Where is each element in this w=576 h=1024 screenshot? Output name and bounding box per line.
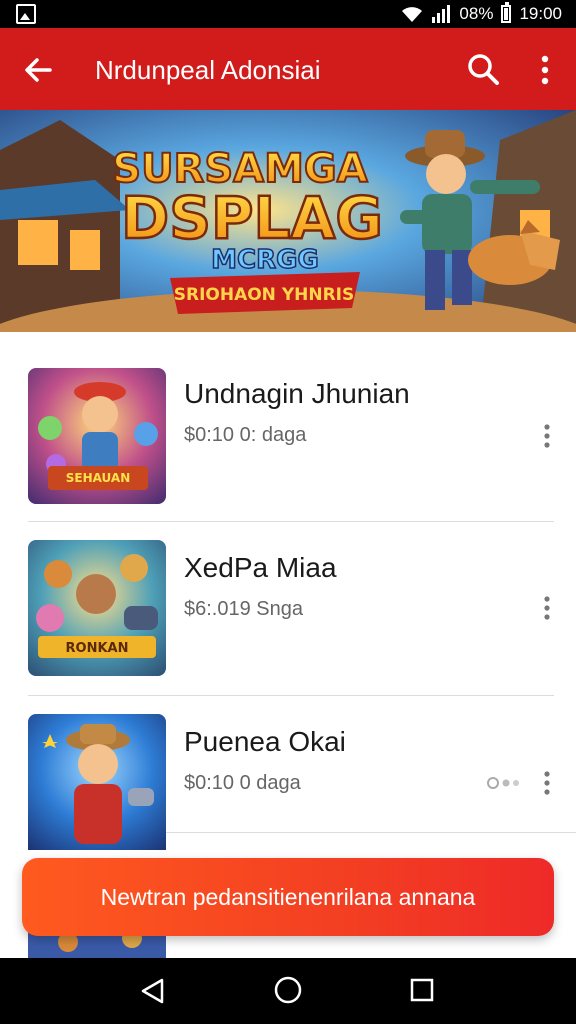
nav-home-icon[interactable] <box>272 974 304 1006</box>
list-item[interactable]: RONKAN XedPa Miaa $6:.019 Snga <box>0 506 576 680</box>
banner-title-line2: DSPLAG <box>121 184 383 252</box>
banner-title-line3: MCRGG <box>211 245 319 275</box>
search-icon[interactable] <box>464 50 502 88</box>
more-vert-icon[interactable] <box>530 52 560 88</box>
loading-dots-icon <box>487 777 519 789</box>
status-bar-right: 08% 19:00 <box>401 2 562 25</box>
nav-back-icon[interactable] <box>138 976 168 1006</box>
game-subtitle: $6:.019 Snga <box>184 598 303 620</box>
more-vert-icon[interactable] <box>538 423 556 449</box>
clock: 19:00 <box>519 4 562 23</box>
thumb-label: SEHAUAN <box>66 471 131 485</box>
app-bar: Nrdunpeal Adonsiai <box>0 28 576 110</box>
game-title: XedPa Miaa <box>184 552 337 583</box>
list-item[interactable]: Puenea Okai $0:10 0 daga <box>0 680 576 854</box>
page-title: Nrdunpeal Adonsiai <box>95 55 321 85</box>
banner-subtitle: SRIOHAON YHNRIS <box>174 285 355 305</box>
game-thumbnail <box>28 714 166 850</box>
battery-percent: 08% <box>459 4 494 23</box>
back-arrow-icon[interactable] <box>20 52 56 88</box>
game-title: Puenea Okai <box>184 726 346 757</box>
thumb-label: RONKAN <box>66 641 129 656</box>
system-nav-bar <box>0 958 576 1024</box>
more-vert-icon[interactable] <box>538 770 556 796</box>
game-subtitle: $0:10 0: daga <box>184 424 307 446</box>
signal-icon <box>432 5 451 23</box>
featured-banner[interactable]: SURSAMGA DSPLAG MCRGG SRIOHAON YHNRIS <box>0 110 576 332</box>
game-title: Undnagin Jhunian <box>184 378 410 409</box>
more-vert-icon[interactable] <box>538 595 556 621</box>
list-item[interactable]: SEHAUAN Undnagin Jhunian $0:10 0: daga <box>0 332 576 506</box>
game-thumbnail: RONKAN <box>28 540 166 676</box>
nav-recents-icon[interactable] <box>408 976 436 1004</box>
banner-artwork: SURSAMGA DSPLAG MCRGG SRIOHAON YHNRIS <box>0 110 576 332</box>
game-thumbnail: SEHAUAN <box>28 368 166 504</box>
gallery-notification-icon <box>16 4 36 24</box>
divider <box>166 832 576 833</box>
battery-icon <box>501 2 512 23</box>
game-subtitle: $0:10 0 daga <box>184 772 301 794</box>
wifi-icon <box>402 7 423 22</box>
primary-action-button[interactable]: Newtran pedansitienenrilana annana <box>22 858 554 936</box>
status-bar: 08% 19:00 <box>0 0 576 28</box>
